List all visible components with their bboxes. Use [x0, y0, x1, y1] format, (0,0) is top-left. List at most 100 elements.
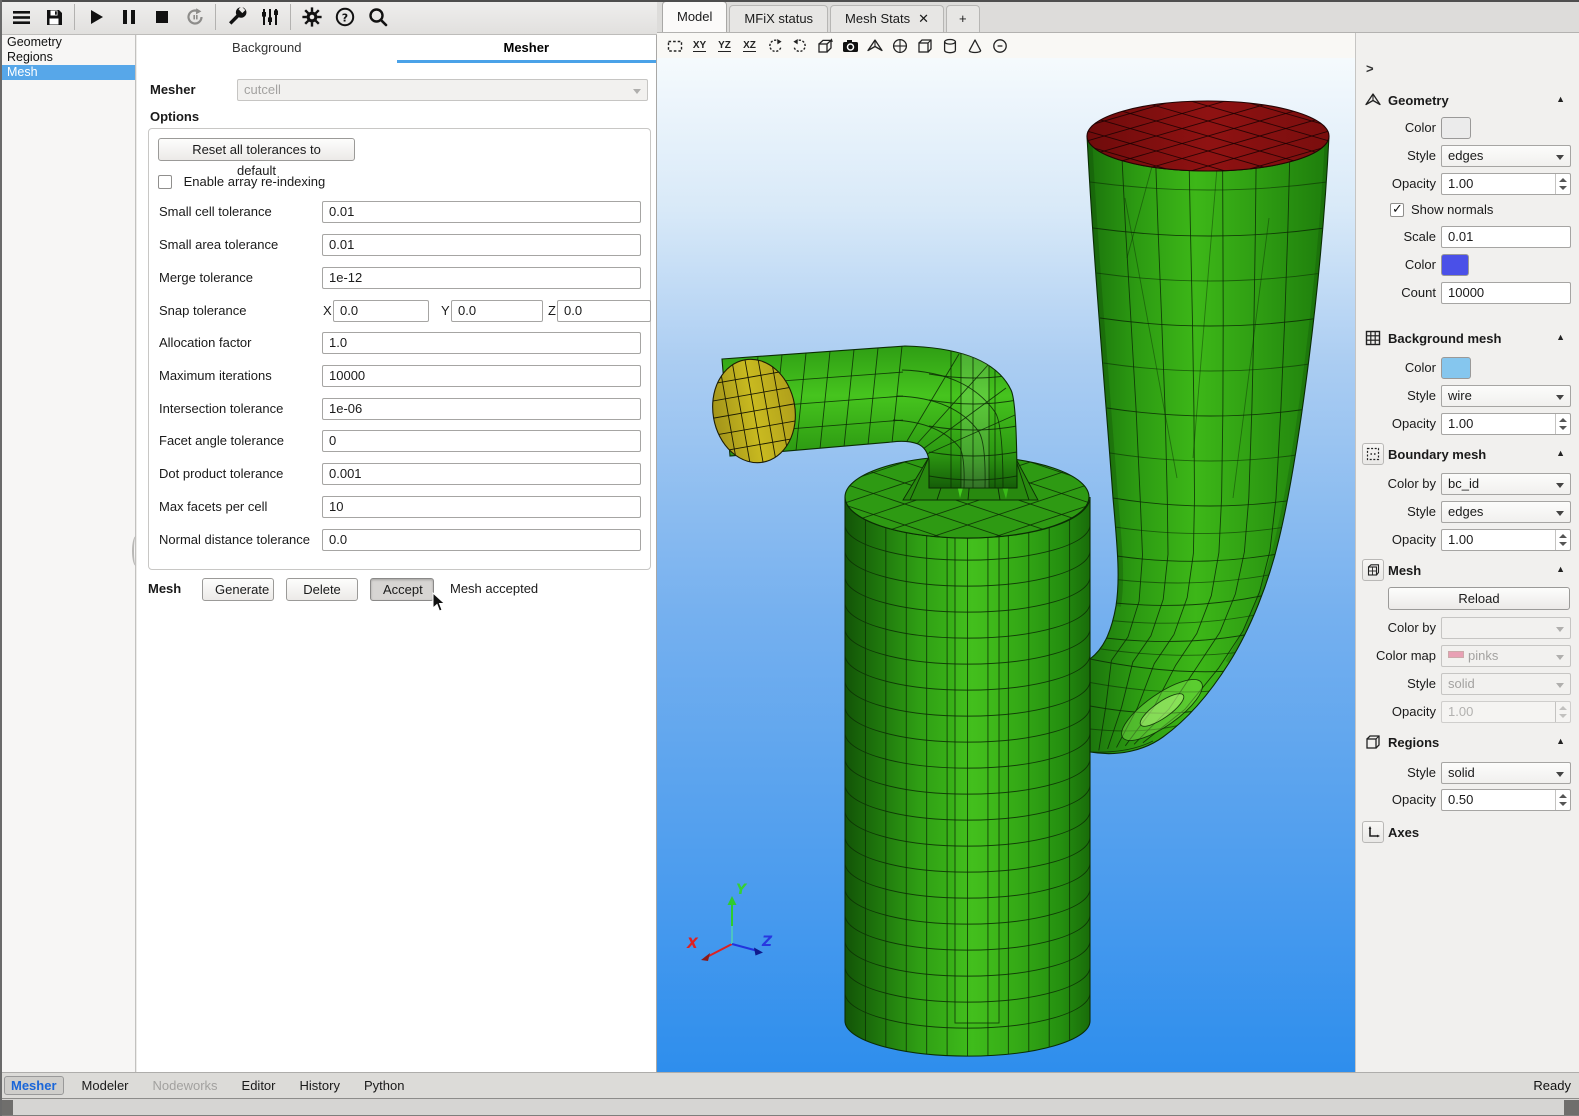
- max-iterations-input[interactable]: 10000: [322, 365, 641, 387]
- reset-view-icon[interactable]: [663, 35, 686, 56]
- mesher-combo[interactable]: cutcell: [237, 79, 648, 101]
- collapse-arrow-icon[interactable]: ▲: [1556, 564, 1565, 574]
- section-boundary-mesh[interactable]: Boundary mesh ▲: [1356, 445, 1579, 467]
- normals-scale-input[interactable]: 0.01: [1441, 226, 1571, 248]
- boundary-mesh-icon: [1362, 443, 1384, 465]
- mesh-color-by-combo[interactable]: [1441, 617, 1571, 639]
- snap-x-input[interactable]: 0.0: [333, 300, 429, 322]
- run-icon[interactable]: [79, 3, 112, 32]
- normals-color-swatch[interactable]: [1441, 254, 1469, 276]
- facet-angle-tolerance-input[interactable]: 0: [322, 430, 641, 452]
- tab-model[interactable]: Model: [662, 1, 727, 32]
- merge-tolerance-input[interactable]: 1e-12: [322, 267, 641, 289]
- mode-modeler[interactable]: Modeler: [82, 1078, 129, 1093]
- tab-mesh-stats[interactable]: Mesh Stats✕: [830, 5, 944, 32]
- snap-y-input[interactable]: 0.0: [451, 300, 543, 322]
- normal-distance-tolerance-input[interactable]: 0.0: [322, 529, 641, 551]
- mode-editor[interactable]: Editor: [242, 1078, 276, 1093]
- tab-background[interactable]: Background: [137, 35, 397, 63]
- boundary-mesh-style-combo[interactable]: edges: [1441, 501, 1571, 523]
- collapse-arrow-icon[interactable]: ▲: [1556, 736, 1565, 746]
- style-label: Style: [1356, 676, 1436, 691]
- sphere-widget-icon[interactable]: [888, 35, 911, 56]
- opacity-label: Opacity: [1356, 176, 1436, 191]
- opacity-label: Opacity: [1356, 792, 1436, 807]
- cone-widget-icon[interactable]: [963, 35, 986, 56]
- geometry-color-swatch[interactable]: [1441, 117, 1471, 139]
- close-tab-icon[interactable]: ✕: [918, 11, 929, 26]
- max-facets-per-cell-input[interactable]: 10: [322, 496, 641, 518]
- menu-icon[interactable]: [4, 3, 37, 32]
- save-icon[interactable]: [37, 3, 70, 32]
- reload-mesh-button[interactable]: Reload: [1388, 587, 1570, 610]
- search-icon[interactable]: [361, 3, 394, 32]
- reset-tolerances-button[interactable]: Reset all tolerances to default: [158, 138, 355, 161]
- toolbar-separator: [215, 4, 216, 30]
- parameters-sliders-icon[interactable]: [253, 3, 286, 32]
- nav-item-mesh[interactable]: Mesh: [0, 65, 135, 80]
- reindex-checkbox[interactable]: [158, 175, 172, 189]
- show-normals-checkbox[interactable]: [1390, 203, 1404, 217]
- geometry-style-combo[interactable]: edges: [1441, 145, 1571, 167]
- tab-mfix-status[interactable]: MFiX status: [729, 5, 828, 32]
- view-xy-icon[interactable]: XY: [688, 35, 711, 56]
- section-axes[interactable]: Axes: [1356, 823, 1579, 845]
- rotate-left-icon[interactable]: [763, 35, 786, 56]
- mode-history[interactable]: History: [300, 1078, 340, 1093]
- style-label: Style: [1356, 765, 1436, 780]
- torus-widget-icon[interactable]: [988, 35, 1011, 56]
- stop-icon[interactable]: [145, 3, 178, 32]
- regions-style-combo[interactable]: solid: [1441, 762, 1571, 784]
- generate-mesh-button[interactable]: Generate: [202, 578, 274, 601]
- geometry-opacity-spinbox[interactable]: 1.00: [1441, 173, 1571, 195]
- cylinder-widget-icon[interactable]: [938, 35, 961, 56]
- mode-mesher[interactable]: Mesher: [4, 1076, 64, 1095]
- collapse-arrow-icon[interactable]: ▲: [1556, 448, 1565, 458]
- section-geometry[interactable]: Geometry ▲: [1356, 91, 1579, 113]
- boundary-mesh-opacity-spinbox[interactable]: 1.00: [1441, 529, 1571, 551]
- accept-mesh-button[interactable]: Accept: [370, 578, 434, 601]
- small-area-tolerance-input[interactable]: 0.01: [322, 234, 641, 256]
- regions-opacity-spinbox[interactable]: 0.50: [1441, 789, 1571, 811]
- reset-icon[interactable]: [178, 3, 211, 32]
- section-mesh[interactable]: Mesh ▲: [1356, 561, 1579, 583]
- geometry-visibility-icon[interactable]: [863, 35, 886, 56]
- background-mesh-style-combo[interactable]: wire: [1441, 385, 1571, 407]
- dot-product-tolerance-input[interactable]: 0.001: [322, 463, 641, 485]
- colormap-chip-icon: [1448, 651, 1464, 658]
- normals-color-label: Color: [1356, 257, 1436, 272]
- intersection-tolerance-input[interactable]: 1e-06: [322, 398, 641, 420]
- pause-icon[interactable]: [112, 3, 145, 32]
- snap-z-input[interactable]: 0.0: [557, 300, 651, 322]
- 3d-viewport[interactable]: X Y Z: [657, 58, 1355, 1072]
- delete-mesh-button[interactable]: Delete: [286, 578, 358, 601]
- settings-gear-icon[interactable]: [295, 3, 328, 32]
- screenshot-camera-icon[interactable]: [838, 35, 861, 56]
- background-mesh-color-swatch[interactable]: [1441, 357, 1471, 379]
- mesh-opacity-spinbox[interactable]: 1.00: [1441, 701, 1571, 723]
- collapse-arrow-icon[interactable]: ▲: [1556, 94, 1565, 104]
- build-wrench-icon[interactable]: [220, 3, 253, 32]
- section-background-mesh[interactable]: Background mesh ▲: [1356, 329, 1579, 351]
- normals-count-input[interactable]: 10000: [1441, 282, 1571, 304]
- collapse-arrow-icon[interactable]: ▲: [1556, 332, 1565, 342]
- perspective-toggle-icon[interactable]: [813, 35, 836, 56]
- view-yz-icon[interactable]: YZ: [713, 35, 736, 56]
- small-cell-tolerance-input[interactable]: 0.01: [322, 201, 641, 223]
- view-xz-icon[interactable]: XZ: [738, 35, 761, 56]
- sidebar-collapse-icon[interactable]: >: [1366, 61, 1384, 79]
- boundary-mesh-color-by-combo[interactable]: bc_id: [1441, 473, 1571, 495]
- help-icon[interactable]: ?: [328, 3, 361, 32]
- box-widget-icon[interactable]: [913, 35, 936, 56]
- background-mesh-opacity-spinbox[interactable]: 1.00: [1441, 413, 1571, 435]
- allocation-factor-input[interactable]: 1.0: [322, 332, 641, 354]
- mesh-color-map-combo[interactable]: pinks: [1441, 645, 1571, 667]
- mesh-style-combo[interactable]: solid: [1441, 673, 1571, 695]
- tab-mesher[interactable]: Mesher: [397, 35, 657, 63]
- nav-item-geometry[interactable]: Geometry: [0, 35, 135, 50]
- nav-item-regions[interactable]: Regions: [0, 50, 135, 65]
- rotate-right-icon[interactable]: [788, 35, 811, 56]
- add-tab-button[interactable]: +: [946, 5, 980, 32]
- mode-python[interactable]: Python: [364, 1078, 404, 1093]
- section-regions[interactable]: Regions ▲: [1356, 733, 1579, 755]
